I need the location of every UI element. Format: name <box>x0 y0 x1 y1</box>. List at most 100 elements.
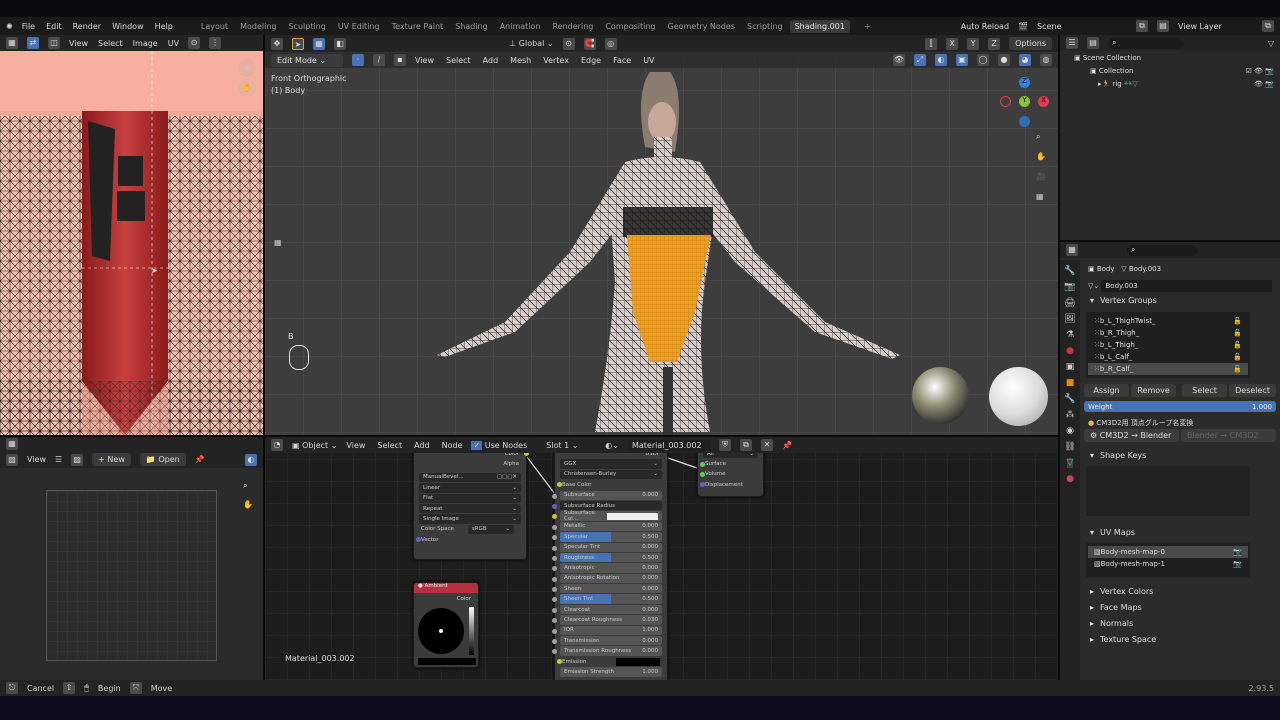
tab-workspace[interactable]: Scripting <box>742 20 788 33</box>
zoom-view-icon[interactable]: ⌕ <box>1036 132 1040 142</box>
constraints-tab-icon[interactable]: ⛓ <box>1064 442 1075 452</box>
menu-help[interactable]: Help <box>155 22 173 31</box>
bsdf-field[interactable]: Transmission 0.000 <box>560 636 662 646</box>
subsurface-color-swatch[interactable] <box>607 512 658 520</box>
assign-button[interactable]: Assign <box>1084 384 1130 397</box>
node-menu-select[interactable]: Select <box>377 441 402 450</box>
material-output-node[interactable]: All ⌄ Surface Volume Displacement <box>697 447 764 497</box>
pivot-point-icon[interactable]: ⊙ <box>562 37 575 50</box>
value-slider[interactable] <box>469 607 474 655</box>
select-button[interactable]: Select <box>1182 384 1228 397</box>
panel-header-normals[interactable]: ▸ Normals <box>1082 615 1278 631</box>
pin-icon[interactable]: 📌 <box>195 455 205 464</box>
rig-row[interactable]: ▸ 🏃 rig ⚹⚹ ▽ 👁 📷 <box>1060 77 1280 90</box>
vertex-groups-header[interactable]: ▾ Vertex Groups <box>1082 292 1278 308</box>
bsdf-field[interactable]: Subsurface Col... <box>560 510 662 522</box>
node-menu-add[interactable]: Add <box>414 441 430 450</box>
bsdf-input-row[interactable]: Specular 0.500 <box>552 532 667 542</box>
tool-tab-icon[interactable]: 🔧 <box>1064 266 1075 276</box>
gizmo-icon[interactable]: ◐ <box>245 453 257 466</box>
node-menu-view[interactable]: View <box>346 441 365 450</box>
vertex-group-item[interactable]: ⁙ b_L_Calf_ 🔓 <box>1088 351 1248 363</box>
navigation-gizmo[interactable]: Z Y X <box>1000 77 1050 127</box>
bsdf-input-row[interactable]: Clearcoat 0.000 <box>552 604 667 615</box>
new-image-button[interactable]: + New <box>92 453 131 466</box>
auto-reload[interactable]: Auto Reload <box>961 22 1009 31</box>
panel-header-face-maps[interactable]: ▸ Face Maps <box>1082 599 1278 615</box>
uv-maps-list[interactable]: ▧ Body-mesh-map-0 📷 ▧ Body-mesh-map-1 📷 <box>1086 543 1250 577</box>
menu-window[interactable]: Window <box>112 22 144 31</box>
bsdf-field[interactable]: Clearcoat 0.000 <box>560 604 662 615</box>
emission-strength-field[interactable]: Emission Strength 1.000 <box>560 667 662 677</box>
tab-workspace[interactable]: Compositing <box>600 20 660 33</box>
interpolation-select[interactable]: Linear <box>423 485 440 491</box>
outliner-search[interactable]: ⌕ <box>1108 37 1183 49</box>
tab-workspace[interactable]: Modeling <box>235 20 281 33</box>
deselect-button[interactable]: Deselect <box>1229 384 1276 397</box>
sync-selection-icon[interactable]: ⇄ <box>27 37 39 49</box>
object-type-selector[interactable]: ▣ Object ⌄ <box>292 441 337 450</box>
bsdf-field[interactable]: Specular Tint 0.000 <box>560 542 662 552</box>
menu-edit[interactable]: Edit <box>46 22 62 31</box>
image-editor-menu-uv[interactable]: UV <box>168 39 179 48</box>
remove-button[interactable]: Remove <box>1131 384 1177 397</box>
shape-keys-header[interactable]: ▾ Shape Keys <box>1082 447 1278 463</box>
options-dropdown[interactable]: Options <box>1009 37 1052 50</box>
gizmo-z[interactable]: Z <box>1019 77 1030 88</box>
uv-image-canvas[interactable]: ⌕ ✋ ➤ <box>0 51 263 435</box>
bsdf-field[interactable]: Sheen 0.000 <box>560 584 662 594</box>
filter-mode-icon[interactable]: ▤ <box>1087 37 1099 49</box>
bsdf-field[interactable]: Subsurface 0.000 <box>560 490 662 500</box>
uv-map-item[interactable]: ▧ Body-mesh-map-0 📷 <box>1088 546 1248 558</box>
bsdf-field[interactable]: Anisotropic 0.000 <box>560 563 662 573</box>
image-editor-menu-view[interactable]: View <box>69 39 88 48</box>
editor-type-icon[interactable]: ▦ <box>6 37 18 49</box>
bsdf-input-row[interactable]: Anisotropic 0.000 <box>552 563 667 573</box>
vertex-group-item[interactable]: ⁙ b_R_Calf_ 🔓 <box>1088 363 1248 375</box>
menu-icon[interactable]: ☰ <box>55 455 62 464</box>
distribution-select[interactable]: GGX <box>564 461 576 467</box>
tab-workspace[interactable]: Layout <box>196 20 233 33</box>
fake-user-icon[interactable]: ⛨ <box>718 439 731 451</box>
zoom-icon[interactable]: ⌕ <box>238 59 256 77</box>
bsdf-field[interactable]: Clearcoat Roughness 0.030 <box>560 615 662 625</box>
output-tab-icon[interactable]: 🖨 <box>1064 298 1075 308</box>
bsdf-input-row[interactable]: IOR 1.000 <box>552 625 667 636</box>
view-layer-selector[interactable]: View Layer <box>1178 22 1253 31</box>
bsdf-field[interactable]: Metallic 0.000 <box>560 521 662 532</box>
vertex-group-item[interactable]: ⁙ b_R_Thigh_ 🔓 <box>1088 327 1248 339</box>
tab-workspace[interactable]: Texture Paint <box>387 20 449 33</box>
render-tab-icon[interactable]: 📷 <box>1064 282 1075 292</box>
principled-bsdf-node[interactable]: BSDF GGX ⌄ Christensen-Burley ⌄ Base Color… <box>552 447 668 680</box>
panel-header-vertex-colors[interactable]: ▸ Vertex Colors <box>1082 583 1278 599</box>
new-scene-icon[interactable]: ⧉ <box>1136 20 1148 32</box>
bsdf-input-row[interactable]: Subsurface Radius <box>552 500 667 511</box>
color-space-select[interactable]: sRGB ⌄ <box>467 524 514 535</box>
ortho-toggle-icon[interactable]: ▦ <box>1036 192 1044 201</box>
vertex-groups-list[interactable]: ⁙ b_L_ThighTwist_ 🔓 ⁙ b_R_Thigh_ 🔓 ⁙ b_L_Thi… <box>1086 312 1250 378</box>
blender-to-cm3d2-button[interactable]: Blender → CM3D2 <box>1181 429 1276 442</box>
gizmo-y[interactable]: Y <box>1019 96 1030 107</box>
properties-editor-type-icon[interactable]: ▦ <box>1066 244 1078 256</box>
tab-workspace[interactable]: Sculpting <box>283 20 330 33</box>
snap-toggle-icon[interactable]: 🧲 <box>583 37 596 50</box>
image-icon[interactable]: ▨ <box>6 453 18 466</box>
node-editor-type-icon[interactable]: ◔ <box>271 439 283 451</box>
uv-maps-header[interactable]: ▾ UV Maps <box>1082 524 1278 540</box>
blender-logo-icon[interactable]: ✺ <box>6 22 13 31</box>
transform-icon[interactable]: ✥ <box>271 37 283 50</box>
bsdf-input-row[interactable]: Specular Tint 0.000 <box>552 542 667 552</box>
lock-icon[interactable]: 🔓 <box>1233 317 1242 325</box>
bsdf-input-row[interactable]: Anisotropic Rotation 0.000 <box>552 573 667 584</box>
projection-select[interactable]: Flat <box>423 495 433 501</box>
lock-icon[interactable]: 🔓 <box>1233 341 1242 349</box>
open-image-button[interactable]: 📁 Open <box>139 453 186 466</box>
particles-tab-icon[interactable]: ⁂ <box>1066 410 1075 420</box>
select-mode-icon[interactable]: ◫ <box>48 37 60 49</box>
bsdf-field[interactable]: Subsurface Radius <box>560 500 662 511</box>
empty-image-area[interactable] <box>46 490 217 661</box>
pan-hand-icon[interactable]: ✋ <box>238 79 256 97</box>
new-view-layer-icon[interactable]: ⧉ <box>1262 20 1274 32</box>
axis-z-toggle[interactable]: Z <box>988 37 1001 50</box>
select-extend-icon[interactable]: ◧ <box>334 37 346 50</box>
